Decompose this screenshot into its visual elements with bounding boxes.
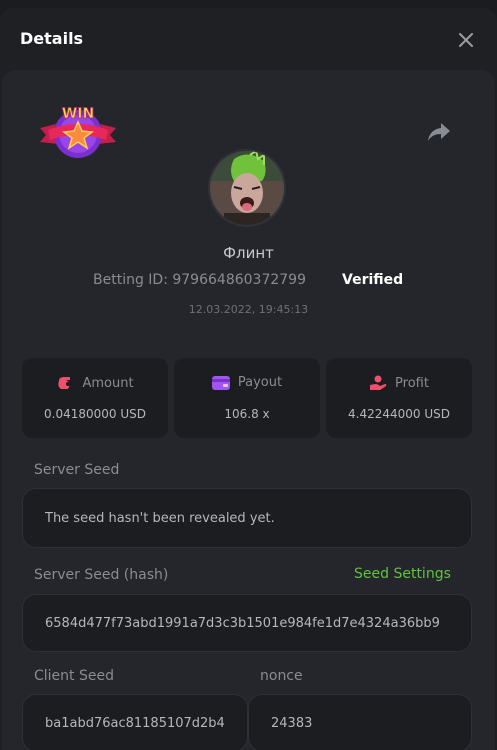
win-text: WIN	[62, 106, 94, 122]
share-arrow-icon[interactable]	[426, 120, 452, 144]
betting-id: Betting ID: 979664860372799	[93, 272, 306, 288]
username: Флинт	[223, 244, 274, 262]
seed-settings-link[interactable]: Seed Settings	[354, 566, 451, 582]
amount-icon	[58, 377, 71, 389]
server-seed-hash-label: Server Seed (hash)	[34, 567, 169, 583]
close-button[interactable]	[452, 26, 480, 54]
stat-label-amount: Amount	[82, 375, 134, 391]
stat-value-profit: 4.42244000 USD	[348, 407, 450, 421]
bet-timestamp: 12.03.2022, 19:45:13	[188, 303, 309, 316]
stat-label-profit: Profit	[395, 375, 429, 391]
nonce-label: nonce	[260, 668, 303, 684]
modal-header: Details	[0, 8, 497, 70]
verified-badge: Verified	[342, 272, 404, 288]
stat-card-payout: Payout 106.8 x	[174, 358, 320, 438]
avatar	[208, 149, 286, 227]
win-star-badge-icon: WIN	[40, 106, 116, 158]
close-icon	[459, 33, 473, 47]
profit-hand-icon	[370, 375, 387, 390]
stat-value-amount: 0.04180000 USD	[44, 407, 146, 421]
server-seed-value: The seed hasn't been revealed yet.	[45, 510, 275, 526]
client-seed-field[interactable]: ba1abd76ac81185107d2b4	[22, 694, 248, 750]
nonce-field[interactable]: 24383	[248, 694, 472, 750]
stat-card-amount: Amount 0.04180000 USD	[22, 358, 168, 438]
client-seed-value: ba1abd76ac81185107d2b4	[45, 715, 225, 731]
details-modal: Details WIN Флинт Betting ID: 9796648603…	[0, 8, 497, 750]
stat-value-payout: 106.8 x	[224, 407, 270, 421]
modal-title: Details	[20, 29, 84, 48]
server-seed-field: The seed hasn't been revealed yet.	[22, 488, 472, 548]
server-seed-label: Server Seed	[34, 462, 120, 478]
stat-label-payout: Payout	[237, 375, 283, 390]
nonce-value: 24383	[271, 715, 313, 731]
server-seed-hash-field[interactable]: 6584d477f73abd1991a7d3c3b1501e984fe1d7e4…	[22, 594, 472, 652]
bet-details-panel: WIN Флинт Betting ID: 979664860372799 Ve…	[2, 70, 495, 750]
stat-card-profit: Profit 4.42244000 USD	[326, 358, 472, 438]
wallet-icon	[211, 375, 230, 390]
server-seed-hash-value: 6584d477f73abd1991a7d3c3b1501e984fe1d7e4…	[45, 615, 440, 631]
client-seed-label: Client Seed	[34, 668, 114, 684]
